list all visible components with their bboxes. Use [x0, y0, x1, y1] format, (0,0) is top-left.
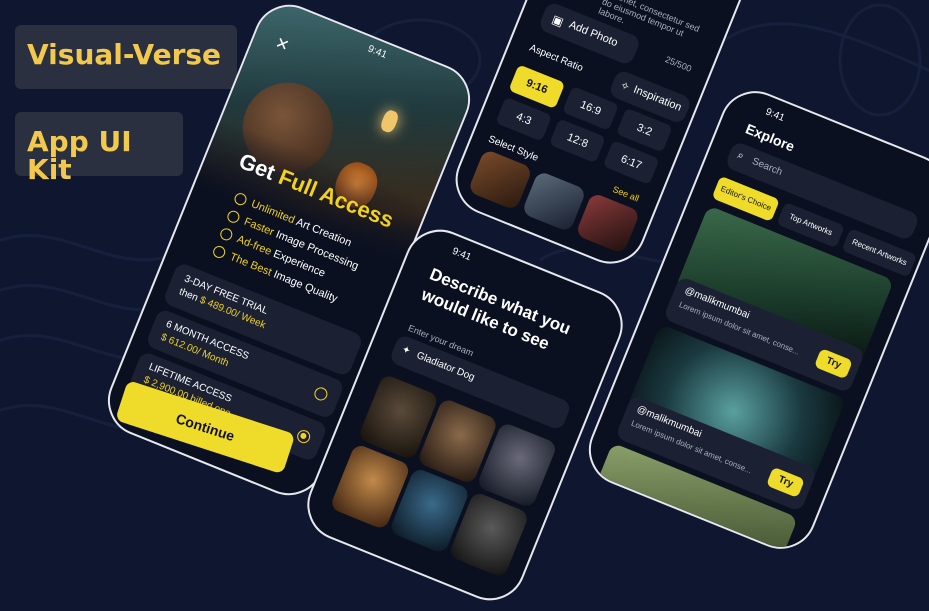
- kit-title: Visual-Verse: [27, 38, 222, 71]
- add-photo-label: Add Photo: [567, 18, 620, 50]
- status-time: 9:41: [450, 245, 473, 264]
- check-icon: [218, 226, 235, 243]
- style-thumbnail[interactable]: [521, 170, 587, 233]
- check-icon: [232, 191, 249, 208]
- character-counter: 25/500: [663, 54, 693, 74]
- kit-subtitle-badge: App UI Kit: [15, 112, 183, 184]
- search-icon: ⌕: [735, 149, 746, 163]
- try-button[interactable]: Try: [813, 348, 853, 380]
- status-time: 9:41: [763, 106, 787, 124]
- aspect-ratio-label: Aspect Ratio: [527, 42, 585, 75]
- sparkle-icon: ✦: [400, 344, 412, 358]
- kit-title-badge: Visual-Verse: [15, 25, 237, 89]
- plan-radio[interactable]: [312, 385, 330, 403]
- plan-radio[interactable]: [295, 428, 313, 446]
- lightbulb-icon: ✧: [618, 79, 632, 94]
- check-icon: [225, 209, 242, 225]
- inspiration-label: Inspiration: [631, 83, 684, 114]
- search-placeholder: Search: [750, 155, 784, 179]
- image-icon: ▣: [549, 12, 566, 30]
- check-icon: [211, 244, 227, 260]
- try-button[interactable]: Try: [765, 466, 805, 498]
